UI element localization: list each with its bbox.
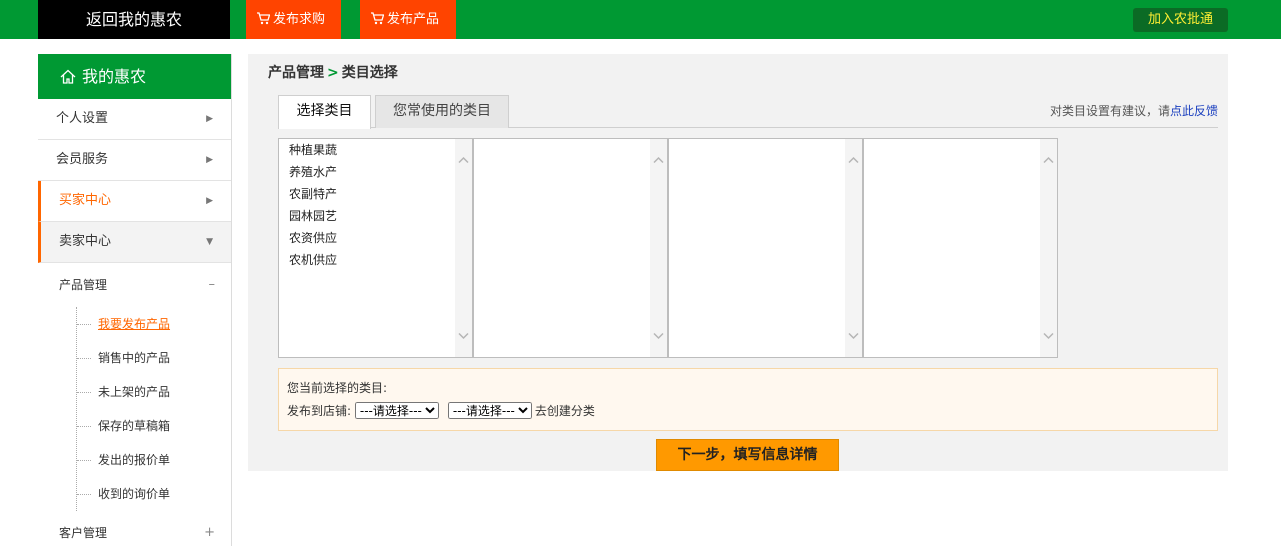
sidebar-item-personal-settings[interactable]: 个人设置 ▶ — [38, 99, 231, 140]
join-button[interactable]: 加入农批通 — [1133, 8, 1228, 32]
sidebar-item-member-service[interactable]: 会员服务 ▶ — [38, 140, 231, 181]
category-list-level-1[interactable]: 种植果蔬 养殖水产 农副特产 园林园艺 农资供应 农机供应 — [278, 138, 473, 358]
feedback-text: 对类目设置有建议，请 — [1049, 104, 1170, 118]
collapse-icon[interactable]: – — [209, 263, 216, 307]
sub-head-label: 产品管理 — [59, 278, 108, 292]
sidebar: 我的惠农 个人设置 ▶ 会员服务 ▶ 买家中心 ▶ 卖家中心 ▼ 产品管理 – … — [38, 54, 232, 546]
breadcrumb-separator: > — [327, 65, 339, 81]
tree-item-publish-product[interactable]: 我要发布产品 — [77, 307, 231, 341]
scrollbar[interactable] — [845, 139, 862, 357]
scrollbar[interactable] — [650, 139, 667, 357]
category-list-level-3[interactable] — [668, 138, 863, 358]
sidebar-title[interactable]: 我的惠农 — [38, 54, 231, 99]
chevron-up-icon[interactable] — [458, 155, 469, 166]
product-management-tree: 我要发布产品 销售中的产品 未上架的产品 保存的草稿箱 发出的报价单 收到的询价… — [76, 307, 231, 511]
tree-item-on-sale[interactable]: 销售中的产品 — [77, 341, 231, 375]
sidebar-item-label: 个人设置 — [56, 111, 109, 126]
breadcrumb-parent[interactable]: 产品管理 — [268, 65, 324, 81]
cart-icon — [371, 12, 384, 25]
home-icon — [60, 69, 76, 84]
post-buy-button[interactable]: 发布求购 — [246, 0, 341, 39]
sidebar-item-seller-center[interactable]: 卖家中心 ▼ — [38, 222, 231, 263]
chevron-up-icon[interactable] — [1043, 155, 1054, 166]
chevron-down-icon[interactable] — [1043, 330, 1054, 341]
chevron-up-icon[interactable] — [653, 155, 664, 166]
breadcrumb: 产品管理 > 类目选择 — [268, 62, 398, 82]
chevron-right-icon: ▶ — [206, 114, 213, 124]
shop-category-select-1[interactable]: ---请选择--- — [354, 402, 439, 419]
chevron-down-icon[interactable] — [848, 330, 859, 341]
category-item[interactable]: 农资供应 — [289, 227, 337, 249]
sidebar-sub-customer-management[interactable]: 客户管理 + — [38, 511, 231, 555]
chevron-down-icon: ▼ — [206, 237, 213, 247]
breadcrumb-current: 类目选择 — [341, 65, 398, 81]
top-bar: 返回我的惠农 发布求购 发布产品 加入农批通 — [0, 0, 1281, 39]
category-item[interactable]: 种植果蔬 — [289, 139, 337, 161]
post-product-button[interactable]: 发布产品 — [360, 0, 456, 39]
main-panel: 产品管理 > 类目选择 选择类目 您常使用的类目 对类目设置有建议，请点此反馈 种植… — [248, 54, 1228, 471]
shop-category-select-2[interactable]: ---请选择--- — [447, 402, 532, 419]
category-list-level-4[interactable] — [863, 138, 1058, 358]
shop-label: 发布到店铺: — [287, 404, 352, 418]
sidebar-title-label: 我的惠农 — [82, 67, 147, 86]
selection-info: 您当前选择的类目: 发布到店铺: ---请选择--- ---请选择--- 去创建分类 — [278, 368, 1218, 431]
sidebar-item-buyer-center[interactable]: 买家中心 ▶ — [38, 181, 231, 222]
category-item[interactable]: 园林园艺 — [289, 205, 337, 227]
expand-icon[interactable]: + — [204, 511, 215, 555]
tab-select-category[interactable]: 选择类目 — [278, 95, 371, 129]
sub-head-label: 客户管理 — [59, 526, 108, 540]
tree-item-inquiries-received[interactable]: 收到的询价单 — [77, 477, 231, 511]
feedback-note: 对类目设置有建议，请点此反馈 — [1050, 102, 1218, 119]
sidebar-item-label: 会员服务 — [56, 152, 109, 167]
category-item[interactable]: 农机供应 — [289, 249, 337, 271]
feedback-link[interactable]: 点此反馈 — [1170, 104, 1218, 118]
tree-item-quotes-sent[interactable]: 发出的报价单 — [77, 443, 231, 477]
tab-frequent-categories[interactable]: 您常使用的类目 — [375, 95, 509, 128]
chevron-down-icon[interactable] — [458, 330, 469, 341]
post-product-label: 发布产品 — [387, 12, 440, 27]
category-item[interactable]: 农副特产 — [289, 183, 337, 205]
selected-category-label: 您当前选择的类目: — [287, 381, 388, 395]
tree-item-drafts[interactable]: 保存的草稿箱 — [77, 409, 231, 443]
chevron-up-icon[interactable] — [848, 155, 859, 166]
category-list-level-2[interactable] — [473, 138, 668, 358]
category-item[interactable]: 养殖水产 — [289, 161, 337, 183]
next-step-button[interactable]: 下一步，填写信息详情 — [656, 439, 839, 471]
chevron-down-icon[interactable] — [653, 330, 664, 341]
cart-icon — [257, 12, 270, 25]
tree-item-not-listed[interactable]: 未上架的产品 — [77, 375, 231, 409]
sidebar-sub-product-management[interactable]: 产品管理 – — [38, 263, 231, 307]
scrollbar[interactable] — [1040, 139, 1057, 357]
chevron-right-icon: ▶ — [206, 196, 213, 206]
post-buy-label: 发布求购 — [273, 12, 326, 27]
scrollbar[interactable] — [455, 139, 472, 357]
category-items: 种植果蔬 养殖水产 农副特产 园林园艺 农资供应 农机供应 — [289, 139, 337, 271]
create-category-link[interactable]: 去创建分类 — [535, 404, 595, 418]
sidebar-item-label: 卖家中心 — [59, 234, 112, 249]
back-home-link[interactable]: 返回我的惠农 — [38, 0, 230, 39]
sidebar-item-label: 买家中心 — [59, 193, 112, 208]
chevron-right-icon: ▶ — [206, 155, 213, 165]
